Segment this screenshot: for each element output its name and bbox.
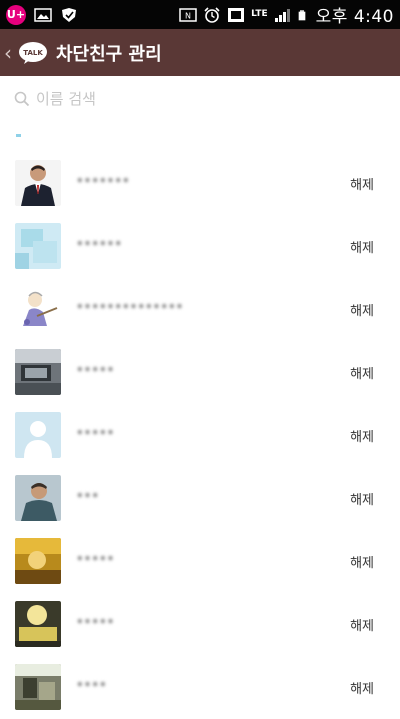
friend-row: ••••• 해제	[0, 530, 400, 593]
friend-name: •••••	[76, 615, 115, 630]
friend-row: •••••• 해제	[0, 215, 400, 278]
unblock-button[interactable]: 해제	[350, 174, 374, 193]
friend-name: •••••	[76, 426, 115, 441]
friend-name: •••	[76, 489, 100, 504]
profile-avatar[interactable]	[15, 664, 61, 710]
friend-name: ••••	[76, 678, 107, 693]
profile-avatar[interactable]	[15, 538, 61, 584]
logo-text: TALK	[23, 49, 43, 57]
signal-icon	[274, 8, 290, 22]
unblock-button[interactable]: 해제	[350, 363, 374, 382]
friend-row: •••• 해제	[0, 656, 400, 719]
profile-avatar[interactable]	[15, 601, 61, 647]
nfc-icon: N	[179, 7, 197, 22]
search-icon	[14, 91, 30, 107]
friend-name: •••••	[76, 363, 115, 378]
shield-icon	[62, 7, 76, 22]
unblock-button[interactable]: 해제	[350, 615, 374, 634]
default-profile-icon[interactable]	[15, 412, 61, 458]
unblock-button[interactable]: 해제	[350, 300, 374, 319]
kakaotalk-logo-icon: TALK	[19, 41, 47, 64]
profile-avatar[interactable]	[15, 286, 61, 332]
profile-avatar[interactable]	[15, 349, 61, 395]
unblock-button[interactable]: 해제	[350, 678, 374, 697]
lte-indicator: LTE	[251, 9, 268, 19]
page-title: 차단친구 관리	[56, 43, 162, 65]
friend-name: •••••••	[76, 174, 130, 189]
blocked-friends-list: ••••••• 해제 •••••• 해제 •••••••••••••• 해제 •…	[0, 152, 400, 719]
friend-row: ••••••• 해제	[0, 152, 400, 215]
section-marker	[16, 134, 21, 137]
clock: 오후 4:40	[315, 7, 394, 27]
friend-name: ••••••	[76, 237, 123, 252]
unblock-button[interactable]: 해제	[350, 237, 374, 256]
svg-text:N: N	[185, 11, 191, 20]
friend-name: ••••••••••••••	[76, 300, 184, 315]
unblock-button[interactable]: 해제	[350, 426, 374, 445]
unblock-button[interactable]: 해제	[350, 552, 374, 571]
unblock-button[interactable]: 해제	[350, 489, 374, 508]
friend-row: •••••••••••••• 해제	[0, 278, 400, 341]
friend-row: ••••• 해제	[0, 341, 400, 404]
friend-name: •••••	[76, 552, 115, 567]
title-bar: ‹ TALK 차단친구 관리	[0, 29, 400, 76]
battery-icon	[298, 9, 305, 20]
search-input[interactable]	[36, 90, 356, 108]
profile-avatar[interactable]	[15, 160, 61, 206]
alarm-icon	[204, 6, 220, 23]
profile-avatar[interactable]	[15, 475, 61, 521]
carrier-icon: U+	[6, 4, 26, 25]
screenshot-icon	[228, 7, 245, 22]
back-arrow-icon[interactable]: ‹	[4, 43, 16, 63]
friend-row: ••••• 해제	[0, 593, 400, 656]
gallery-icon	[34, 7, 52, 22]
search-bar	[0, 76, 400, 122]
status-bar: U+ N LTE 오후 4:40	[0, 0, 400, 29]
friend-row: ••••• 해제	[0, 404, 400, 467]
profile-avatar[interactable]	[15, 223, 61, 269]
friend-row: ••• 해제	[0, 467, 400, 530]
